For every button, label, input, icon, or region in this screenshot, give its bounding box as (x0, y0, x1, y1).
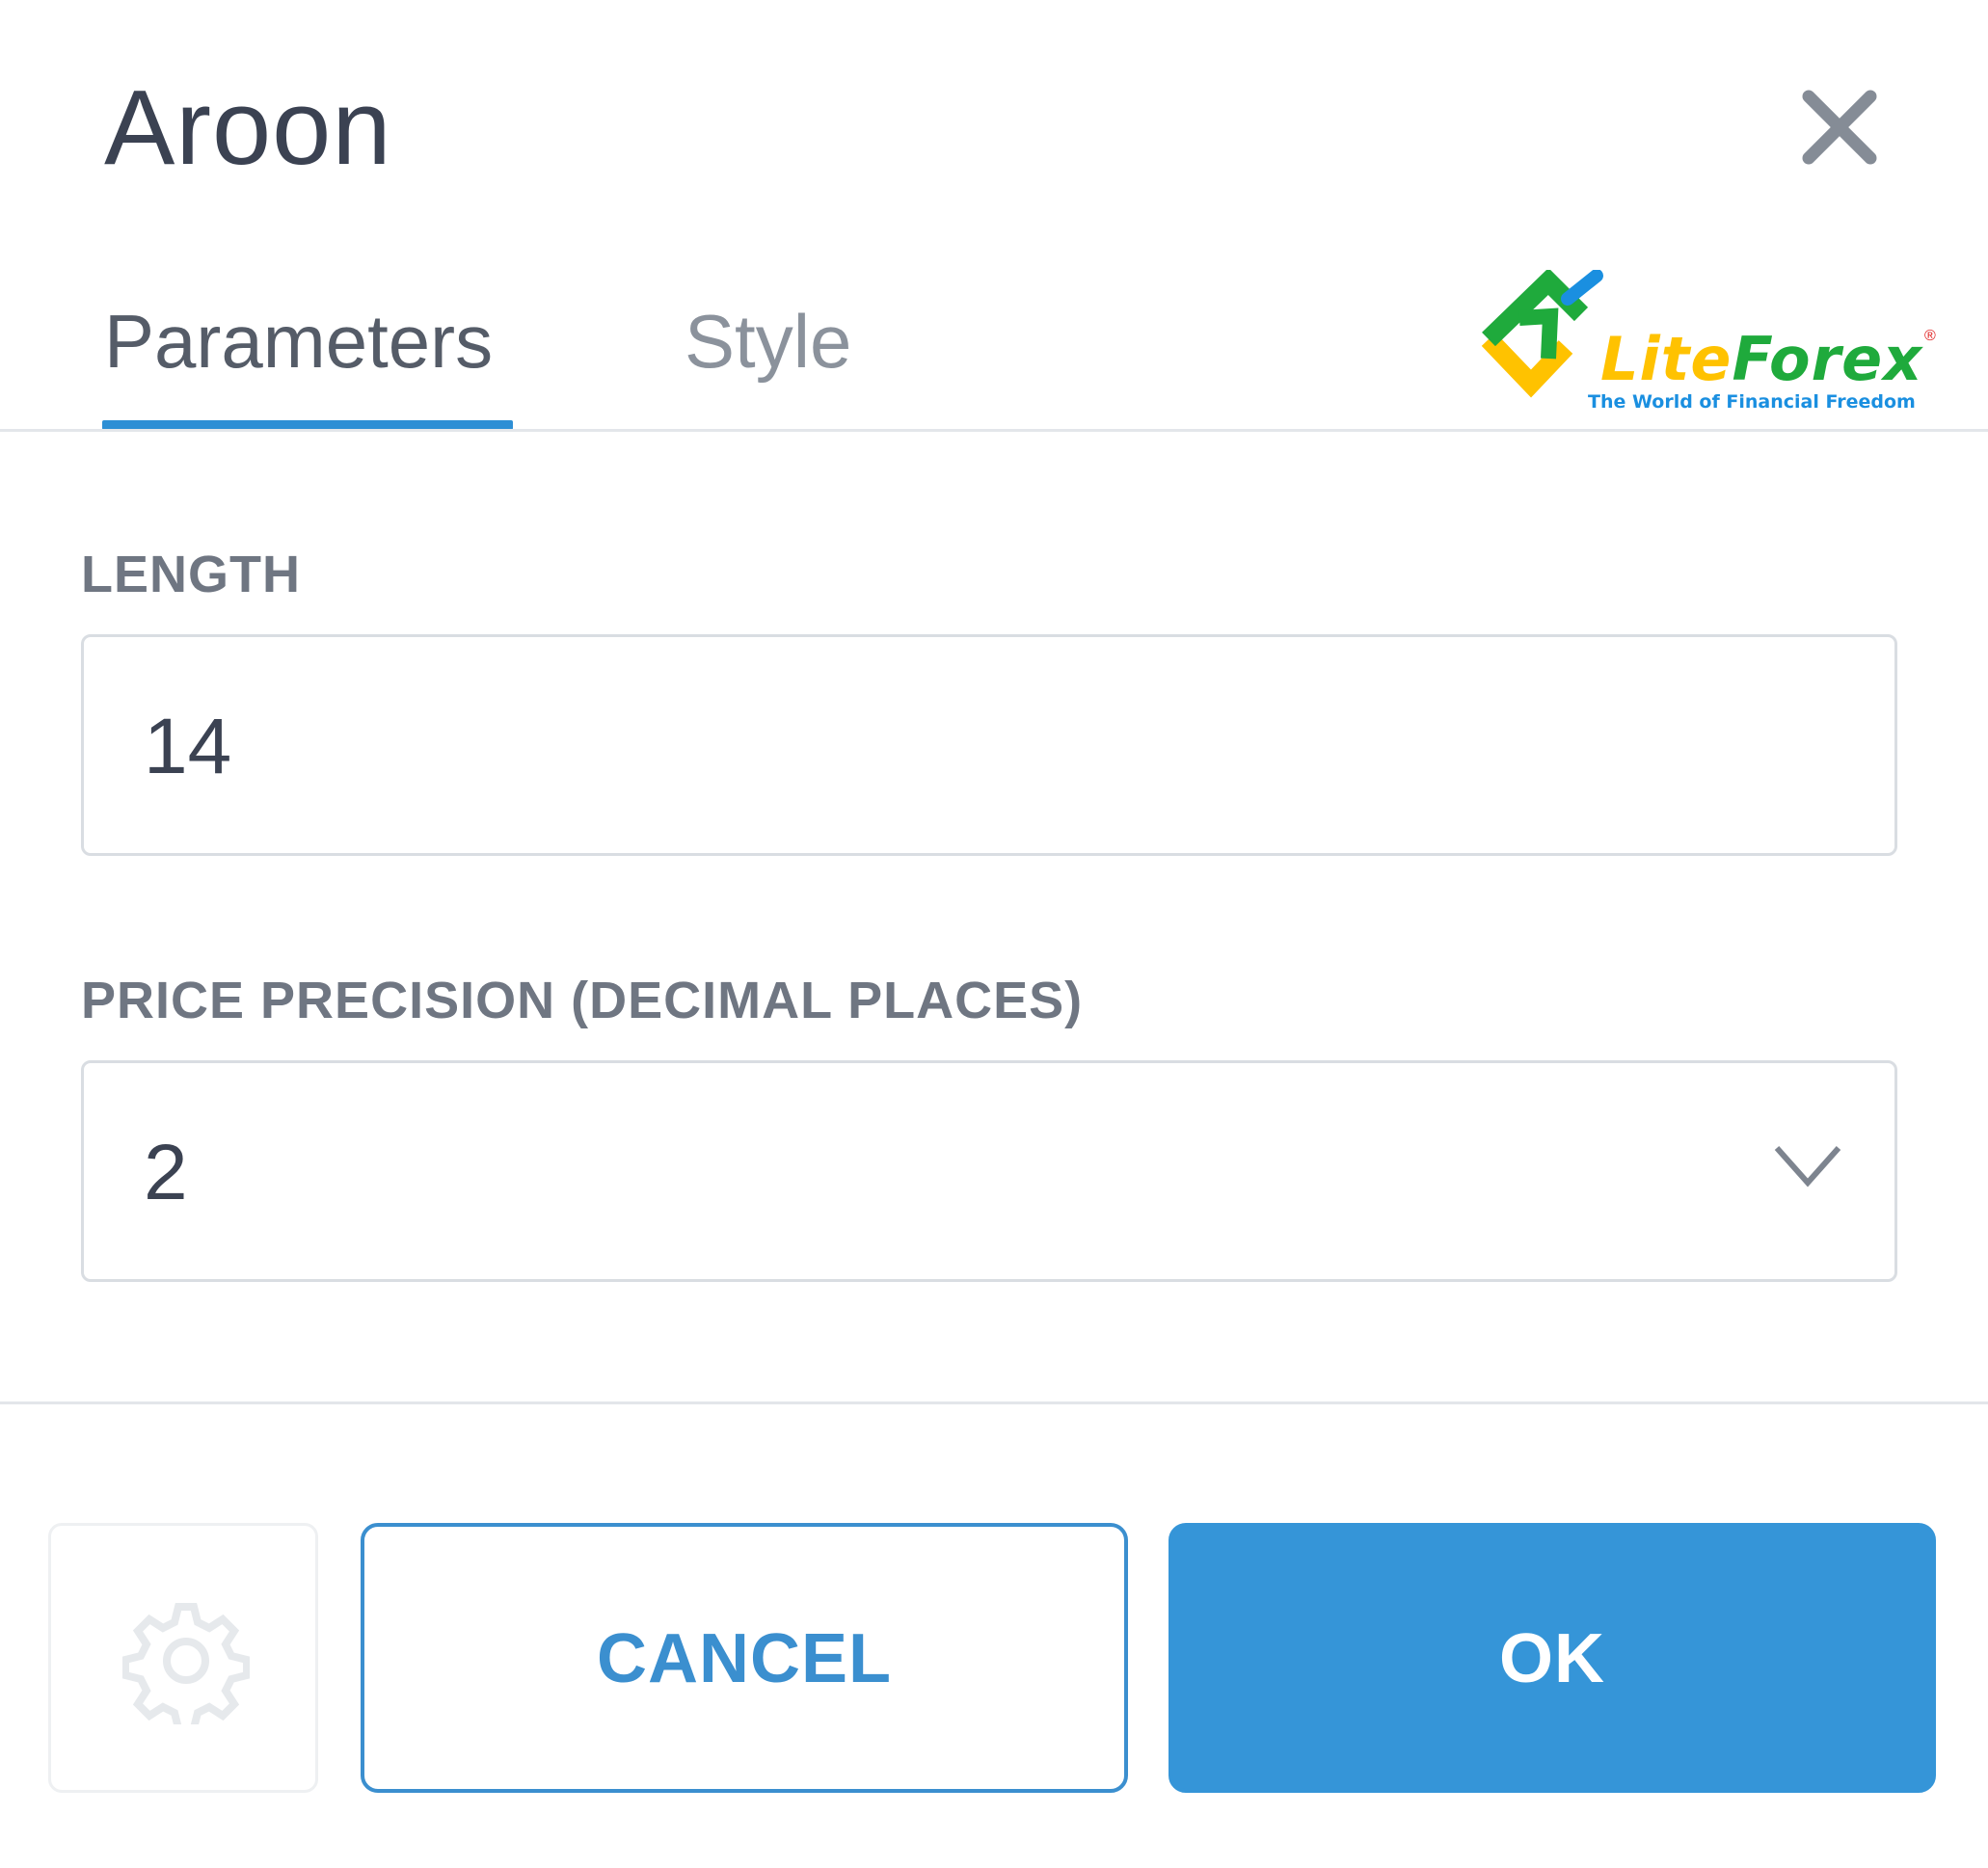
gear-icon (122, 1603, 250, 1724)
liteforex-logo-icon (1481, 270, 1603, 398)
tab-style[interactable]: Style (685, 297, 851, 386)
logo-wordmark: LiteForex (1600, 328, 1922, 391)
chevron-down-icon (1774, 1146, 1841, 1188)
cancel-button[interactable]: CANCEL (361, 1523, 1128, 1793)
ok-button[interactable]: OK (1169, 1523, 1936, 1793)
settings-button[interactable] (48, 1523, 318, 1793)
logo-tagline: The World of Financial Freedom (1588, 391, 1916, 413)
price-precision-value: 2 (144, 1129, 188, 1216)
length-label: LENGTH (81, 546, 301, 603)
footer-divider (0, 1401, 1988, 1404)
tabs-divider (0, 429, 1988, 432)
dialog-title: Aroon (104, 68, 392, 187)
length-input[interactable]: 14 (81, 634, 1897, 856)
price-precision-label: PRICE PRECISION (DECIMAL PLACES) (81, 972, 1084, 1029)
price-precision-select[interactable]: 2 (81, 1060, 1897, 1282)
close-icon[interactable] (1799, 87, 1880, 168)
length-value: 14 (144, 703, 232, 790)
liteforex-logo: LiteForex ® The World of Financial Freed… (1475, 270, 1948, 414)
logo-wordmark-lite: Lite (1600, 324, 1733, 394)
logo-registered-mark: ® (1924, 328, 1936, 344)
tab-parameters[interactable]: Parameters (104, 297, 493, 386)
logo-wordmark-forex: Forex (1732, 324, 1923, 394)
